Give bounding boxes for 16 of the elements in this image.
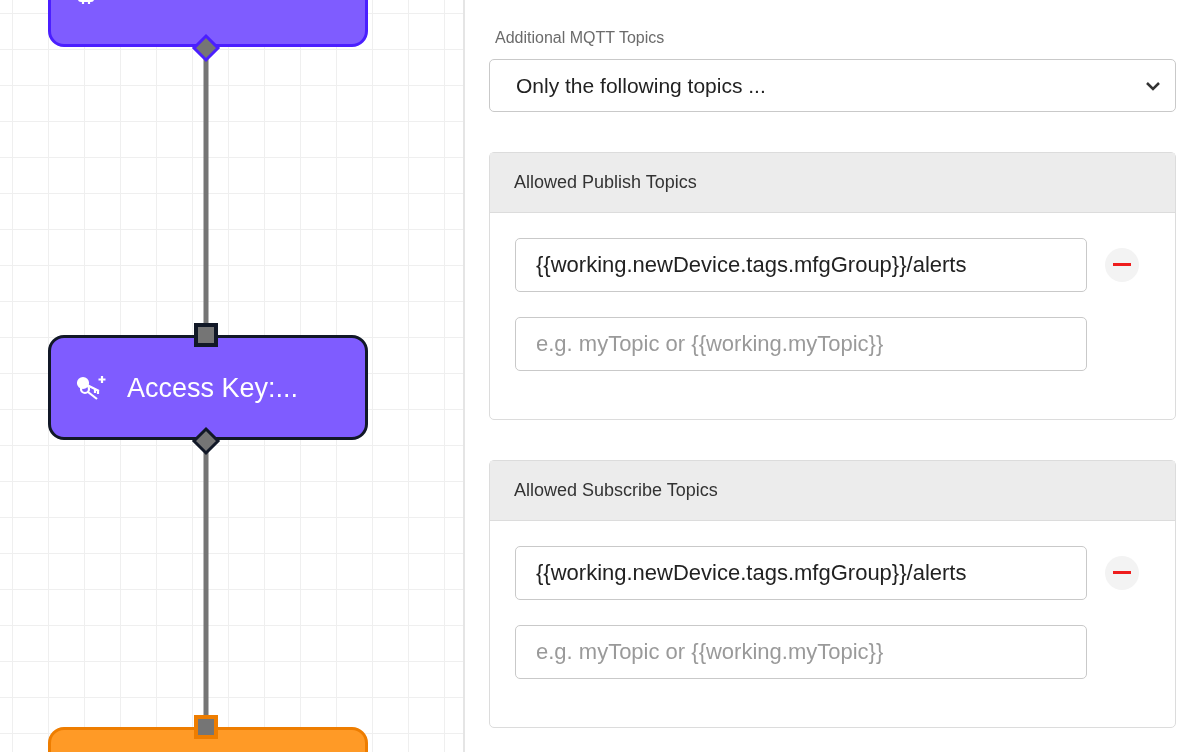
topics-select[interactable]: Only the following topics ... [489,59,1176,112]
topic-field[interactable]: {{working.newDevice.tags.mfgGroup}}/alerts [515,238,1087,292]
chevron-down-icon [1145,80,1161,91]
minus-icon [1113,571,1131,575]
card-title: Allowed Publish Topics [514,171,697,194]
card-title: Allowed Subscribe Topics [514,479,718,502]
topic-field[interactable]: e.g. myTopic or {{working.myTopic}} [515,625,1087,679]
keys-icon [75,373,109,402]
flow-node[interactable]: Access Key:... [48,335,368,440]
topic-field[interactable]: {{working.newDevice.tags.mfgGroup}}/alerts [515,546,1087,600]
field-label: Additional MQTT Topics [495,28,666,48]
remove-button[interactable] [1105,248,1139,282]
remove-button[interactable] [1105,556,1139,590]
node-title: Access Key:... [127,371,299,404]
minus-icon [1113,263,1131,267]
topic-field[interactable]: e.g. myTopic or {{working.myTopic}} [515,317,1087,371]
